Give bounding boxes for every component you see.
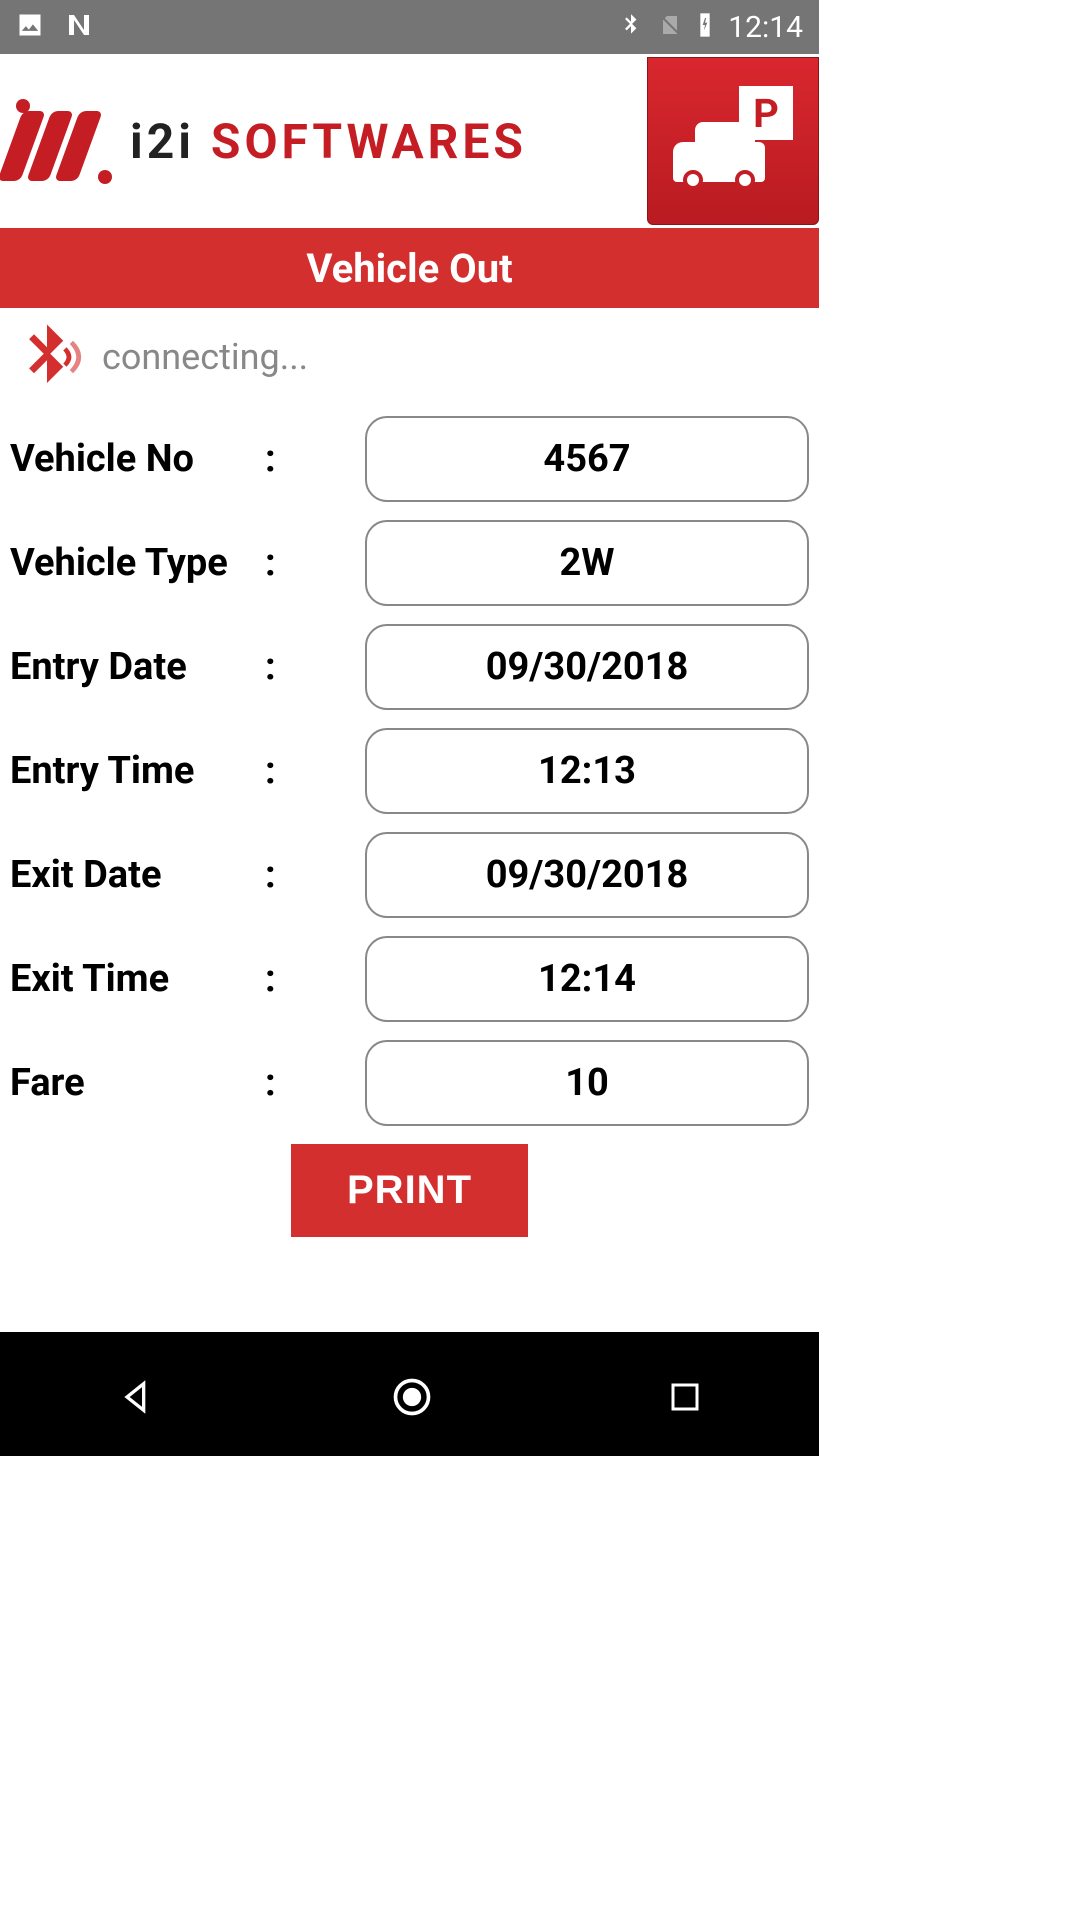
logo-softwares: SOFTWARES	[195, 113, 527, 170]
divider-bar	[0, 1332, 819, 1342]
status-time: 12:14	[728, 10, 803, 45]
vehicle-out-form: Vehicle No : 4567 Vehicle Type : 2W Entr…	[0, 406, 819, 1237]
back-icon[interactable]	[117, 1377, 157, 1421]
fare-label: Fare	[10, 1061, 265, 1105]
fare-field[interactable]: 10	[365, 1040, 809, 1126]
fare-row: Fare : 10	[10, 1040, 809, 1126]
no-sim-icon	[658, 11, 682, 43]
exit-time-field[interactable]: 12:14	[365, 936, 809, 1022]
vehicle-type-field[interactable]: 2W	[365, 520, 809, 606]
colon: :	[265, 645, 305, 689]
bluetooth-status-row: connecting...	[0, 308, 819, 406]
android-nav-bar	[0, 1342, 819, 1456]
entry-date-row: Entry Date : 09/30/2018	[10, 624, 809, 710]
exit-date-row: Exit Date : 09/30/2018	[10, 832, 809, 918]
colon: :	[265, 541, 305, 585]
exit-time-label: Exit Time	[10, 957, 265, 1001]
n-icon	[64, 10, 94, 44]
status-left-icons	[16, 10, 94, 44]
parking-badge[interactable]: P	[647, 57, 819, 225]
vehicle-no-field[interactable]: 4567	[365, 416, 809, 502]
recents-icon[interactable]	[667, 1379, 703, 1419]
logo-mark	[10, 99, 120, 184]
home-icon[interactable]	[390, 1375, 434, 1423]
entry-date-field[interactable]: 09/30/2018	[365, 624, 809, 710]
android-status-bar: 12:14	[0, 0, 819, 54]
exit-date-label: Exit Date	[10, 853, 265, 897]
print-button-row: PRINT	[10, 1144, 809, 1237]
brand-logo: i2i SOFTWARES	[10, 99, 527, 184]
page-title: Vehicle Out	[0, 228, 819, 308]
print-button[interactable]: PRINT	[291, 1144, 528, 1237]
photos-icon	[16, 11, 44, 43]
exit-date-field[interactable]: 09/30/2018	[365, 832, 809, 918]
status-right-icons: 12:14	[618, 10, 803, 45]
logo-text: i2i SOFTWARES	[130, 113, 527, 170]
vehicle-no-label: Vehicle No	[10, 437, 265, 481]
colon: :	[265, 853, 305, 897]
entry-date-label: Entry Date	[10, 645, 265, 689]
entry-time-row: Entry Time : 12:13	[10, 728, 809, 814]
colon: :	[265, 957, 305, 1001]
colon: :	[265, 1061, 305, 1105]
logo-i2i: i2i	[130, 113, 195, 170]
exit-time-row: Exit Time : 12:14	[10, 936, 809, 1022]
vehicle-type-label: Vehicle Type	[10, 541, 265, 585]
header-logo-bar: i2i SOFTWARES P	[0, 54, 819, 228]
entry-time-label: Entry Time	[10, 749, 265, 793]
car-icon	[673, 126, 773, 196]
vehicle-type-row: Vehicle Type : 2W	[10, 520, 809, 606]
colon: :	[265, 749, 305, 793]
bluetooth-connecting-icon	[8, 318, 86, 396]
battery-charging-icon	[696, 11, 714, 43]
bluetooth-status-text: connecting...	[102, 336, 308, 378]
vehicle-no-row: Vehicle No : 4567	[10, 416, 809, 502]
entry-time-field[interactable]: 12:13	[365, 728, 809, 814]
bluetooth-icon	[618, 11, 644, 43]
colon: :	[265, 437, 305, 481]
